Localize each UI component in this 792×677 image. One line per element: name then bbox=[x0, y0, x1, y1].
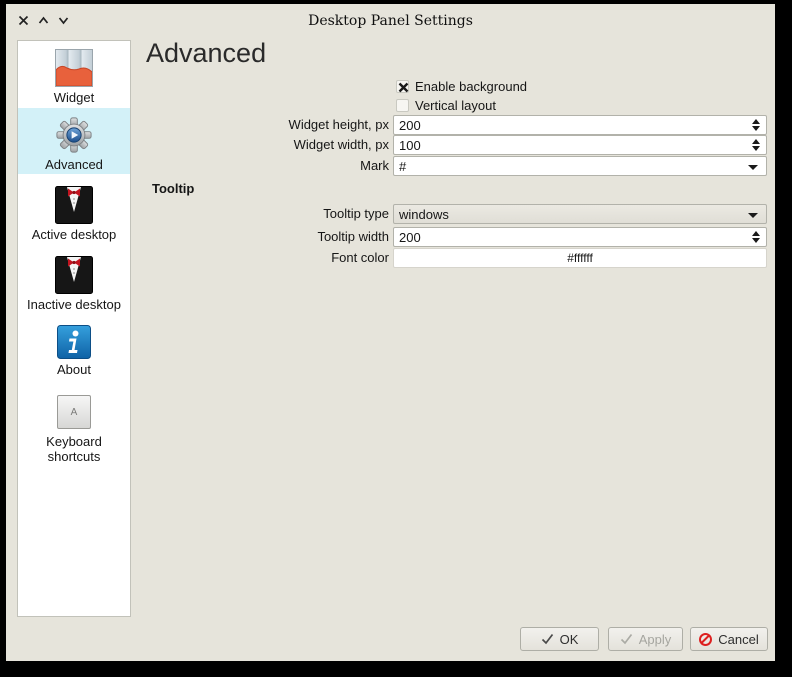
field-label: Mark bbox=[146, 156, 393, 176]
window-title: Desktop Panel Settings bbox=[6, 13, 775, 29]
field-label: Widget width, px bbox=[146, 135, 393, 155]
sidebar: Widget bbox=[17, 40, 131, 617]
spinner-buttons[interactable] bbox=[751, 119, 760, 131]
dropdown-arrow-icon[interactable] bbox=[748, 165, 758, 170]
font-color-row: Font color #ffffff bbox=[146, 248, 767, 268]
tooltip-width-row: Tooltip width 200 bbox=[146, 227, 767, 247]
gear-icon bbox=[55, 116, 93, 154]
tuxedo-icon bbox=[55, 186, 93, 224]
field-label: Tooltip width bbox=[146, 227, 393, 247]
spinbox-value: 100 bbox=[399, 138, 421, 153]
tooltip-type-row: Tooltip type windows bbox=[146, 204, 767, 224]
field-label: Font color bbox=[146, 248, 393, 268]
button-label: Apply bbox=[639, 632, 672, 647]
apply-button[interactable]: Apply bbox=[608, 627, 683, 651]
checkbox-label: Enable background bbox=[415, 79, 527, 94]
sidebar-item-about[interactable]: About bbox=[18, 313, 130, 381]
field-label: Widget height, px bbox=[146, 115, 393, 135]
color-value: #ffffff bbox=[394, 251, 766, 265]
sidebar-item-label: Active desktop bbox=[30, 227, 119, 242]
button-label: Cancel bbox=[718, 632, 758, 647]
sidebar-item-advanced[interactable]: Advanced bbox=[18, 108, 130, 174]
spin-up-icon[interactable] bbox=[752, 139, 760, 144]
combobox-value: # bbox=[399, 159, 406, 174]
font-color-button[interactable]: #ffffff bbox=[393, 248, 767, 268]
tooltip-type-combobox[interactable]: windows bbox=[393, 204, 767, 224]
info-icon bbox=[57, 325, 91, 359]
vertical-layout-checkbox[interactable]: Vertical layout bbox=[396, 97, 496, 113]
widget-height-spinbox[interactable]: 200 bbox=[393, 115, 767, 135]
chart-widget-icon bbox=[55, 49, 93, 87]
field-label: Tooltip type bbox=[146, 204, 393, 224]
spinbox-value: 200 bbox=[399, 230, 421, 245]
ok-button[interactable]: OK bbox=[520, 627, 599, 651]
checkbox-checked-icon[interactable] bbox=[396, 80, 409, 93]
checkbox-label: Vertical layout bbox=[415, 98, 496, 113]
page-title: Advanced bbox=[146, 38, 266, 69]
spin-down-icon[interactable] bbox=[752, 238, 760, 243]
combobox-value: windows bbox=[399, 207, 449, 222]
key-cap-letter: A bbox=[71, 407, 78, 418]
check-icon bbox=[541, 633, 554, 645]
mark-combobox[interactable]: # bbox=[393, 156, 767, 176]
enable-background-checkbox[interactable]: Enable background bbox=[396, 78, 527, 94]
sidebar-item-label: Inactive desktop bbox=[25, 297, 123, 312]
dropdown-arrow-icon[interactable] bbox=[748, 213, 758, 218]
cancel-button[interactable]: Cancel bbox=[690, 627, 768, 651]
sidebar-item-label: About bbox=[55, 362, 93, 377]
sidebar-item-widget[interactable]: Widget bbox=[18, 41, 130, 108]
sidebar-item-label: Advanced bbox=[43, 157, 105, 172]
sidebar-item-label: Widget bbox=[52, 90, 96, 105]
tooltip-group-heading: Tooltip bbox=[152, 181, 194, 196]
tuxedo-icon bbox=[55, 256, 93, 294]
titlebar: Desktop Panel Settings bbox=[6, 4, 775, 38]
widget-width-row: Widget width, px 100 bbox=[146, 135, 767, 155]
sidebar-item-label: Keyboard shortcuts bbox=[18, 434, 130, 464]
spinbox-value: 200 bbox=[399, 118, 421, 133]
check-icon bbox=[620, 633, 633, 645]
spinner-buttons[interactable] bbox=[751, 139, 760, 151]
sidebar-item-keyboard-shortcuts[interactable]: A Keyboard shortcuts bbox=[18, 381, 130, 465]
button-label: OK bbox=[560, 632, 579, 647]
widget-height-row: Widget height, px 200 bbox=[146, 115, 767, 135]
widget-width-spinbox[interactable]: 100 bbox=[393, 135, 767, 155]
sidebar-item-active-desktop[interactable]: Active desktop bbox=[18, 174, 130, 244]
spin-down-icon[interactable] bbox=[752, 126, 760, 131]
spin-down-icon[interactable] bbox=[752, 146, 760, 151]
spin-up-icon[interactable] bbox=[752, 231, 760, 236]
keyboard-key-icon: A bbox=[57, 395, 91, 429]
desktop-background: Desktop Panel Settings Widget bbox=[0, 0, 792, 677]
spin-up-icon[interactable] bbox=[752, 119, 760, 124]
tooltip-width-spinbox[interactable]: 200 bbox=[393, 227, 767, 247]
no-entry-icon bbox=[699, 633, 712, 646]
settings-window: Desktop Panel Settings Widget bbox=[6, 4, 775, 661]
mark-row: Mark # bbox=[146, 156, 767, 176]
spinner-buttons[interactable] bbox=[751, 231, 760, 243]
sidebar-item-inactive-desktop[interactable]: Inactive desktop bbox=[18, 244, 130, 313]
checkbox-unchecked-icon[interactable] bbox=[396, 99, 409, 112]
